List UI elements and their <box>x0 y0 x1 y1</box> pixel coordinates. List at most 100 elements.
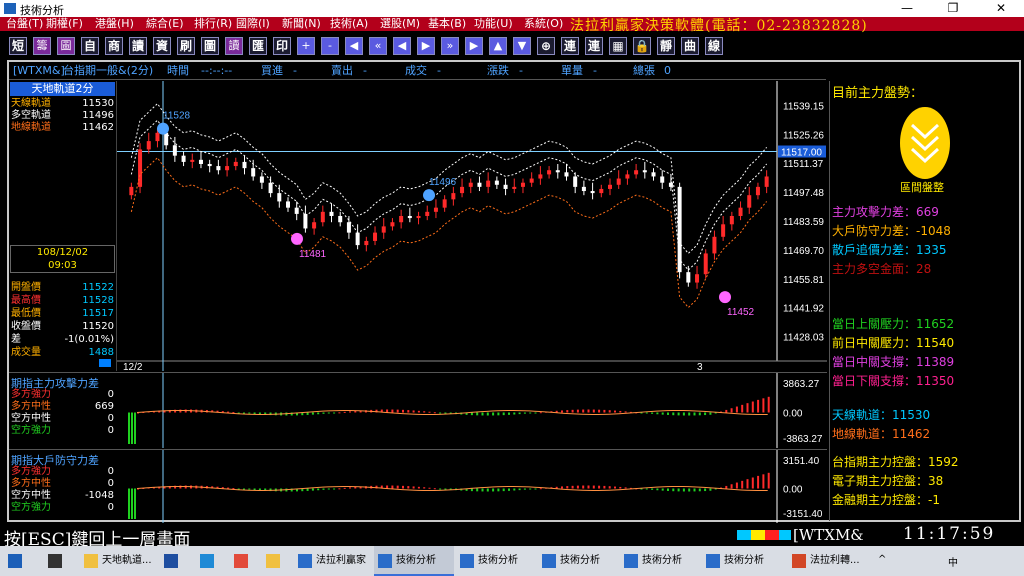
attack-power-chart[interactable]: 3863.27 0.00 -3863.27 <box>117 373 827 448</box>
menu-item-screen[interactable]: 選股(M) <box>380 17 420 31</box>
candle-body <box>599 188 604 194</box>
toolbar-button-29[interactable]: 線 <box>705 37 723 55</box>
toolbar-button-26[interactable]: 🔒 <box>633 37 651 55</box>
tray-item[interactable]: 中 <box>948 554 958 569</box>
tray-item[interactable]: ^ <box>878 554 886 565</box>
minimize-button[interactable]: — <box>884 0 930 17</box>
candle-body <box>399 215 404 223</box>
taskbar-item[interactable]: 技術分析 <box>702 546 782 576</box>
candle-body <box>390 222 395 227</box>
toolbar-button-25[interactable]: ▦ <box>609 37 627 55</box>
toolbar-button-5[interactable]: 讀 <box>129 37 147 55</box>
toolbar-button-11[interactable]: 印 <box>273 37 291 55</box>
candle-body <box>225 166 230 171</box>
menu-item-basic[interactable]: 基本(B) <box>428 17 466 31</box>
menu-item-futures[interactable]: 期權(F) <box>46 17 83 31</box>
taskbar-item[interactable]: 技術分析 <box>620 546 700 576</box>
force-bar <box>481 412 484 416</box>
toolbar-button-8[interactable]: 圖 <box>201 37 219 55</box>
taskbar-item[interactable]: 技術分析 <box>456 546 536 576</box>
toolbar-button-6[interactable]: 資 <box>153 37 171 55</box>
sub-y-tick: -3151.40 <box>783 509 823 520</box>
force-bar <box>645 412 648 414</box>
force-bar <box>402 409 404 413</box>
defense-power-chart[interactable]: 3151.40 0.00 -3151.40 <box>117 450 827 523</box>
maximize-button[interactable]: ❐ <box>930 0 976 17</box>
toolbar-button-15[interactable]: « <box>369 37 387 55</box>
taskbar-item[interactable] <box>160 546 190 576</box>
taskbar-item[interactable]: 法拉利贏家 <box>294 546 374 576</box>
force-bar <box>327 412 330 414</box>
toolbar-button-22[interactable]: ⊕ <box>537 37 555 55</box>
force-bar <box>757 399 760 413</box>
force-bar <box>523 488 526 490</box>
taskbar-item[interactable] <box>4 546 34 576</box>
force-bar <box>508 412 510 415</box>
close-button[interactable]: ✕ <box>978 0 1024 17</box>
status-swatch-yellow <box>751 530 765 540</box>
menu-item-system[interactable]: 系統(O) <box>524 17 563 31</box>
candlestick-chart[interactable]: 11539.15 11525.26 11511.37 11497.48 11483.59… <box>117 81 827 371</box>
chart-icon <box>542 554 556 568</box>
candle-body <box>729 215 734 225</box>
indicator-title[interactable]: 天地軌道2分 <box>10 82 115 96</box>
track-label: 地線軌道 <box>11 122 51 133</box>
menu-item-tw[interactable]: 台盤(T) <box>6 17 43 31</box>
toolbar-button-28[interactable]: 曲 <box>681 37 699 55</box>
toolbar-button-0[interactable]: 短 <box>9 37 27 55</box>
toolbar-button-3[interactable]: 自 <box>81 37 99 55</box>
toolbar-button-9[interactable]: 讀 <box>225 37 243 55</box>
toolbar-button-27[interactable]: 靜 <box>657 37 675 55</box>
toolbar-button-17[interactable]: ▶ <box>417 37 435 55</box>
force-bar <box>333 488 336 490</box>
force-bar <box>476 412 479 416</box>
force-bar <box>412 410 415 413</box>
toolbar-button-12[interactable]: + <box>297 37 315 55</box>
taskbar-item[interactable] <box>262 546 292 576</box>
status-clock: 11:17:59 <box>903 524 996 544</box>
taskbar-item[interactable] <box>230 546 260 576</box>
taskbar-item[interactable]: 技術分析 <box>538 546 618 576</box>
toolbar-button-16[interactable]: ◀ <box>393 37 411 55</box>
toolbar-button-24[interactable]: 連 <box>585 37 603 55</box>
taskbar-item[interactable]: 技術分析 <box>374 546 454 576</box>
force-bar <box>529 488 532 490</box>
menu-item-news[interactable]: 新聞(N) <box>282 17 321 31</box>
candle-body <box>181 155 186 162</box>
force-bar <box>417 410 420 413</box>
toolbar-button-20[interactable]: ▲ <box>489 37 507 55</box>
header-total-label: 總張 <box>633 64 655 77</box>
force-bar <box>672 488 675 492</box>
candle-body <box>259 176 264 183</box>
toolbar-button-14[interactable]: ◀ <box>345 37 363 55</box>
toolbar-button-23[interactable]: 連 <box>561 37 579 55</box>
force-bar <box>343 487 346 489</box>
toolbar-button-1[interactable]: 籌 <box>33 37 51 55</box>
taskbar-item[interactable]: 法拉利轉... <box>788 546 868 576</box>
sub2-row: 多方中性 0 <box>11 478 114 490</box>
force-label: 空方中性 <box>11 413 51 424</box>
force-bar <box>741 404 744 413</box>
menu-item-tech[interactable]: 技術(A) <box>330 17 368 31</box>
toolbar-button-2[interactable]: 圖 <box>57 37 75 55</box>
menu-item-composite[interactable]: 綜合(E) <box>146 17 184 31</box>
taskbar-item[interactable]: 天地軌道... <box>80 546 160 576</box>
force-bar <box>603 485 606 489</box>
toolbar-button-13[interactable]: - <box>321 37 339 55</box>
candle-body <box>625 174 630 179</box>
menu-item-hk[interactable]: 港盤(H) <box>95 17 134 31</box>
taskbar-item[interactable] <box>44 546 74 576</box>
toolbar-button-7[interactable]: 刷 <box>177 37 195 55</box>
menu-item-function[interactable]: 功能(U) <box>474 17 513 31</box>
force-bar <box>433 488 436 490</box>
toolbar-button-18[interactable]: » <box>441 37 459 55</box>
menu-item-ranking[interactable]: 排行(R) <box>194 17 232 31</box>
menu-item-intl[interactable]: 國際(I) <box>236 17 270 31</box>
taskbar-item[interactable] <box>196 546 226 576</box>
toolbar-button-4[interactable]: 商 <box>105 37 123 55</box>
toolbar-button-21[interactable]: ▼ <box>513 37 531 55</box>
force-bar <box>566 486 569 489</box>
toolbar-button-19[interactable]: ▶ <box>465 37 483 55</box>
force-bar <box>624 487 627 489</box>
toolbar-button-10[interactable]: 匯 <box>249 37 267 55</box>
